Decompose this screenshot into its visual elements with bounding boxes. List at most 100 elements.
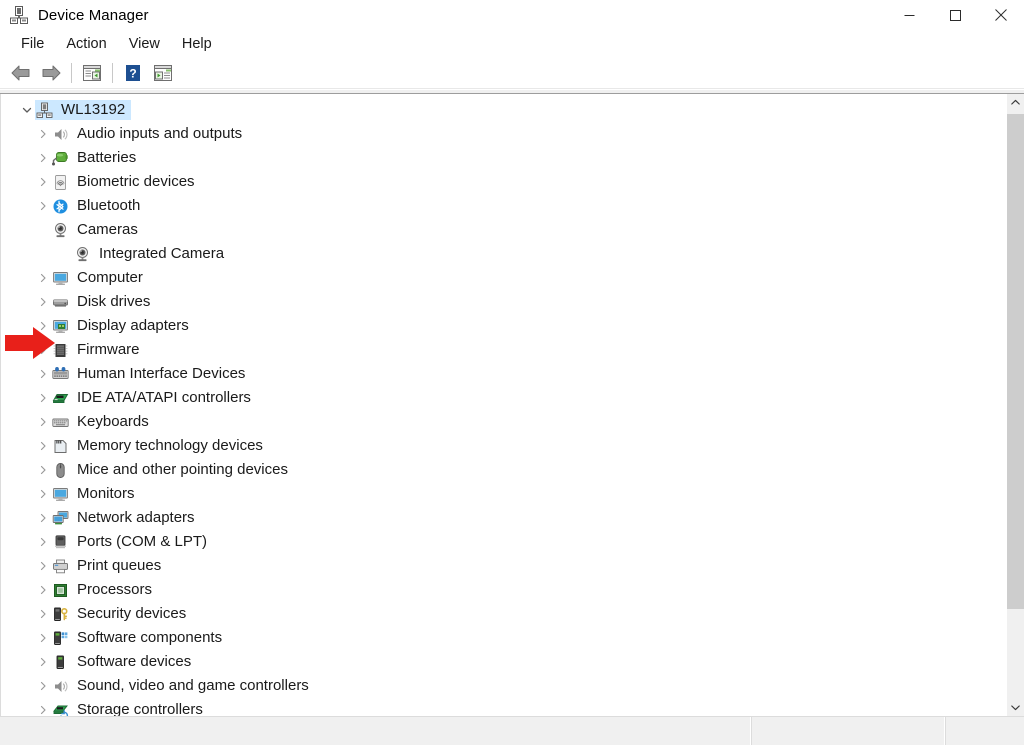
chevron-right-icon[interactable] xyxy=(35,362,51,386)
tree-row-cameras[interactable]: Cameras xyxy=(1,218,1006,242)
chevron-right-icon[interactable] xyxy=(35,122,51,146)
tree-row-biometric-devices[interactable]: Biometric devices xyxy=(1,170,1006,194)
tree-row-mice-and-other-pointing-devices[interactable]: Mice and other pointing devices xyxy=(1,458,1006,482)
chevron-right-icon[interactable] xyxy=(35,194,51,218)
menu-file[interactable]: File xyxy=(10,34,55,55)
tree-item[interactable]: Integrated Camera xyxy=(73,244,230,264)
memory-card-icon xyxy=(51,437,69,455)
tree-row-disk-drives[interactable]: Disk drives xyxy=(1,290,1006,314)
status-segment-main xyxy=(0,717,752,745)
chevron-down-icon[interactable] xyxy=(35,218,51,242)
chevron-down-icon[interactable] xyxy=(19,98,35,122)
chevron-right-icon[interactable] xyxy=(35,506,51,530)
tree-row-sound-video-and-game-controllers[interactable]: Sound, video and game controllers xyxy=(1,674,1006,698)
tree-item[interactable]: Human Interface Devices xyxy=(51,364,251,384)
chevron-right-icon[interactable] xyxy=(35,458,51,482)
tree-row-memory-technology-devices[interactable]: Memory technology devices xyxy=(1,434,1006,458)
tree-root-item[interactable]: WL13192 xyxy=(35,100,132,120)
chevron-right-icon[interactable] xyxy=(35,410,51,434)
tree-item[interactable]: Display adapters xyxy=(51,316,195,336)
tree-row-processors[interactable]: Processors xyxy=(1,578,1006,602)
chevron-right-icon[interactable] xyxy=(35,602,51,626)
tree-item[interactable]: Batteries xyxy=(51,148,142,168)
minimize-button[interactable] xyxy=(886,0,932,30)
tree-row-network-adapters[interactable]: Network adapters xyxy=(1,506,1006,530)
chevron-right-icon[interactable] xyxy=(35,674,51,698)
tree-item[interactable]: Software components xyxy=(51,628,228,648)
tree-item[interactable]: Disk drives xyxy=(51,292,156,312)
chevron-right-icon[interactable] xyxy=(35,578,51,602)
chevron-right-icon[interactable] xyxy=(35,530,51,554)
chevron-right-icon[interactable] xyxy=(35,290,51,314)
menu-action[interactable]: Action xyxy=(55,34,117,55)
back-button[interactable] xyxy=(6,60,36,86)
scroll-down-arrow-icon[interactable] xyxy=(1007,699,1024,716)
tree-row-ide-ata-atapi-controllers[interactable]: IDE ATA/ATAPI controllers xyxy=(1,386,1006,410)
tree-row-software-components[interactable]: Software components xyxy=(1,626,1006,650)
tree-item-label: Processors xyxy=(77,581,153,598)
tree-item[interactable]: Mice and other pointing devices xyxy=(51,460,294,480)
tree-item[interactable]: Audio inputs and outputs xyxy=(51,124,248,144)
tree-row-keyboards[interactable]: Keyboards xyxy=(1,410,1006,434)
tree-item[interactable]: Cameras xyxy=(51,220,144,240)
tree-item[interactable]: Network adapters xyxy=(51,508,201,528)
tree-row-audio-inputs-and-outputs[interactable]: Audio inputs and outputs xyxy=(1,122,1006,146)
properties-button[interactable] xyxy=(148,60,178,86)
chevron-right-icon[interactable] xyxy=(35,386,51,410)
chevron-right-icon[interactable] xyxy=(35,554,51,578)
chevron-right-icon[interactable] xyxy=(35,434,51,458)
chevron-right-icon[interactable] xyxy=(35,170,51,194)
tree-row-bluetooth[interactable]: Bluetooth xyxy=(1,194,1006,218)
chevron-right-icon[interactable] xyxy=(35,650,51,674)
show-hide-console-tree-button[interactable] xyxy=(77,60,107,86)
tree-row-storage-controllers[interactable]: Storage controllers xyxy=(1,698,1006,716)
maximize-button[interactable] xyxy=(932,0,978,30)
tree-item[interactable]: Processors xyxy=(51,580,158,600)
tree-row-integrated-camera[interactable]: Integrated Camera xyxy=(1,242,1006,266)
chevron-right-icon[interactable] xyxy=(35,146,51,170)
chevron-right-icon[interactable] xyxy=(35,266,51,290)
tree-item[interactable]: Software devices xyxy=(51,652,197,672)
tree-row-display-adapters[interactable]: Display adapters xyxy=(1,314,1006,338)
tree-row-firmware[interactable]: Firmware xyxy=(1,338,1006,362)
chevron-right-icon[interactable] xyxy=(35,698,51,716)
tree-row-software-devices[interactable]: Software devices xyxy=(1,650,1006,674)
menu-view[interactable]: View xyxy=(118,34,171,55)
tree-item[interactable]: Storage controllers xyxy=(51,700,209,716)
menu-help[interactable]: Help xyxy=(171,34,223,55)
tree-item[interactable]: Ports (COM & LPT) xyxy=(51,532,213,552)
chevron-right-icon[interactable] xyxy=(35,482,51,506)
tree-row-batteries[interactable]: Batteries xyxy=(1,146,1006,170)
tree-item[interactable]: Security devices xyxy=(51,604,192,624)
scrollbar-thumb[interactable] xyxy=(1007,114,1024,609)
tree-item-label: Display adapters xyxy=(77,317,189,334)
tree-item[interactable]: Monitors xyxy=(51,484,141,504)
scrollbar-track[interactable] xyxy=(1007,111,1024,699)
tree-row-security-devices[interactable]: Security devices xyxy=(1,602,1006,626)
tree-item[interactable]: Keyboards xyxy=(51,412,155,432)
tree-item[interactable]: Sound, video and game controllers xyxy=(51,676,315,696)
tree-row-monitors[interactable]: Monitors xyxy=(1,482,1006,506)
tree-item[interactable]: Firmware xyxy=(51,340,146,360)
tree-row-human-interface-devices[interactable]: Human Interface Devices xyxy=(1,362,1006,386)
vertical-scrollbar[interactable] xyxy=(1006,94,1024,716)
tree-item[interactable]: Biometric devices xyxy=(51,172,201,192)
scroll-up-arrow-icon[interactable] xyxy=(1007,94,1024,111)
tree-row[interactable]: WL13192 xyxy=(1,98,1006,122)
tree-item[interactable]: Bluetooth xyxy=(51,196,146,216)
forward-button[interactable] xyxy=(36,60,66,86)
device-tree[interactable]: WL13192 Audio inputs and outputs Batteri… xyxy=(1,94,1006,716)
tree-item[interactable]: IDE ATA/ATAPI controllers xyxy=(51,388,257,408)
network-adapter-icon xyxy=(51,509,69,527)
close-button[interactable] xyxy=(978,0,1024,30)
chevron-right-icon[interactable] xyxy=(35,314,51,338)
tree-item[interactable]: Print queues xyxy=(51,556,167,576)
tree-item[interactable]: Memory technology devices xyxy=(51,436,269,456)
chevron-right-icon[interactable] xyxy=(35,338,51,362)
chevron-right-icon[interactable] xyxy=(35,626,51,650)
tree-row-print-queues[interactable]: Print queues xyxy=(1,554,1006,578)
tree-item[interactable]: Computer xyxy=(51,268,149,288)
tree-row-ports-com-and-lpt[interactable]: Ports (COM & LPT) xyxy=(1,530,1006,554)
tree-row-computer[interactable]: Computer xyxy=(1,266,1006,290)
help-button[interactable]: ? xyxy=(118,60,148,86)
